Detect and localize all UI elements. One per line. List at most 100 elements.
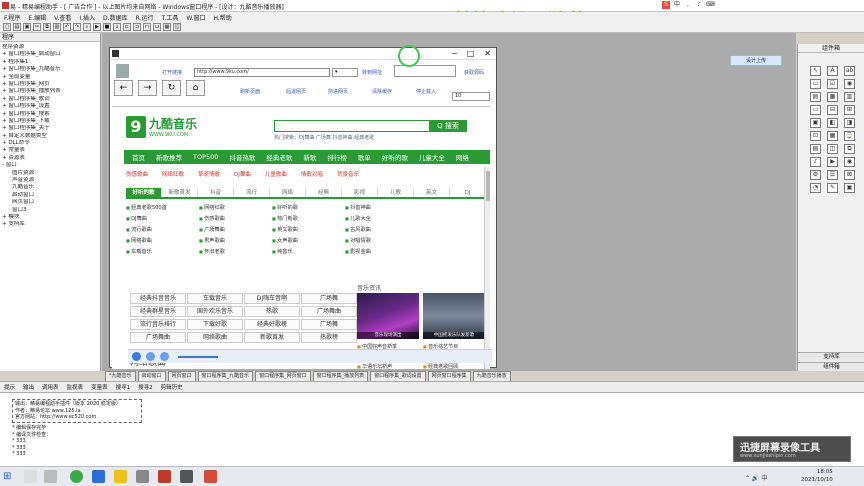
find-icon[interactable]: ⌕ [83,23,91,31]
tree-item[interactable]: + 窗口程序集_下载 [2,118,98,125]
forward-page-button[interactable]: 前进网页 [328,88,348,95]
song-item[interactable]: 男声歌曲 [199,236,272,246]
component-icon[interactable]: ◨ [844,118,855,128]
save-icon[interactable]: ▣ [23,23,31,31]
open-file-icon[interactable]: ▤ [13,23,21,31]
task-view-icon[interactable] [44,470,57,483]
file-tab[interactable]: 窗口程序集_歌词设置 [370,371,426,381]
component-icon[interactable]: ⌚ [844,131,855,141]
site-search-button[interactable]: Q 搜索 [429,120,467,132]
ide-app-icon[interactable] [204,470,217,483]
run-icon[interactable]: ▶ [93,23,101,31]
component-icon[interactable]: ☑ [827,79,838,89]
component-icon[interactable]: ▭ [810,79,821,89]
tab-item[interactable]: 网络 [270,188,306,197]
component-icon[interactable]: ⊠ [844,170,855,180]
cut-icon[interactable]: ✂ [33,23,41,31]
source-input[interactable] [394,65,456,77]
search-icon[interactable] [24,470,37,483]
nav-item[interactable]: 儿童大全 [419,152,445,162]
tree-item[interactable]: + 全局变量 [2,74,98,81]
component-icon[interactable]: ▦ [827,131,838,141]
component-icon[interactable]: ▥ [844,92,855,102]
component-icon[interactable]: ◧ [827,118,838,128]
song-item[interactable]: 热门新歌 [272,214,345,224]
component-icon[interactable]: ✎ [827,183,838,193]
tree-item[interactable]: + 模块 [2,214,98,221]
component-icon[interactable]: ▣ [844,183,855,193]
tree-item[interactable]: + 资源表 [2,155,98,162]
sub-nav-item[interactable]: 伤感歌曲 [126,170,148,178]
song-item[interactable]: 好听的歌 [272,203,345,213]
component-icon[interactable]: ◔ [810,183,821,193]
tab-item[interactable]: 英文 [414,188,450,197]
tree-item[interactable]: 程序资源 [2,44,98,51]
tree-item[interactable]: + 窗口程序集_播放列表 [2,88,98,95]
menu-run[interactable]: R.运行 [136,13,154,22]
component-icon[interactable]: ▭ [810,105,821,115]
sub-nav-item[interactable]: DJ舞曲 [234,170,251,178]
tab-item[interactable]: 影视 [342,188,378,197]
sub-nav-item[interactable]: 情歌对唱 [301,170,323,178]
sub-nav-item[interactable]: 网络红歌 [162,170,184,178]
component-icon[interactable]: ↖ [810,66,821,76]
tree-item[interactable]: 启动窗口 [2,192,98,199]
component-icon[interactable]: ⊡ [810,131,821,141]
nav-item[interactable]: 经典老歌 [266,152,292,162]
tree-item[interactable]: 图片资源 [2,170,98,177]
browser-app-icon[interactable] [70,470,83,483]
tree-item[interactable]: + 窗口程序集_歌词 [2,96,98,103]
song-item[interactable]: 车载音乐 [126,247,199,257]
stop-icon[interactable]: ■ [103,23,111,31]
layer-icon[interactable]: ◫ [173,23,181,31]
component-icon[interactable]: ▶ [827,157,838,167]
component-icon[interactable]: ▤ [810,144,821,154]
component-icon[interactable]: ▤ [810,92,821,102]
menu-insert[interactable]: I.插入 [79,13,95,22]
mic-icon[interactable]: ♪ [695,1,703,9]
category-item[interactable]: 热歌 [244,306,300,317]
tree-item[interactable]: + 支持库 [2,221,98,228]
tree-item[interactable]: + DLL命令 [2,140,98,147]
file-tab[interactable]: 窗口程序集_九酷音乐 [197,371,254,381]
file-tab[interactable]: 九酷音乐播放 [472,371,511,381]
output-tab[interactable]: 调用表 [42,383,59,391]
site-scrollbar[interactable] [484,167,490,369]
close-button[interactable]: ✕ [484,49,491,58]
tree-item[interactable]: + 窗口程序集_网页 [2,81,98,88]
forward-arrow-icon[interactable]: → [138,80,157,96]
tree-item[interactable]: + 常量表 [2,147,98,154]
category-item[interactable]: 广场舞曲 [301,306,357,317]
tab-item[interactable]: 好听的歌 [126,188,162,197]
sogou-icon[interactable]: S [662,1,670,9]
component-icon[interactable]: A [827,66,838,76]
component-icon[interactable]: ⚙ [810,170,821,180]
menu-tools[interactable]: T.工具 [161,13,178,22]
output-tab[interactable]: 监视表 [67,383,84,391]
output-tab[interactable]: 剪辑历史 [161,383,183,391]
file-tab[interactable]: 启动窗口 [137,371,166,381]
song-item[interactable]: 广场舞曲 [199,225,272,235]
menu-database[interactable]: D.数据库 [103,13,128,22]
song-item[interactable]: 网络红歌 [199,203,272,213]
new-file-icon[interactable]: ▢ [3,23,11,31]
play-icon[interactable] [132,352,141,361]
song-item[interactable]: 抖音神曲 [345,203,418,213]
clear-cache-button[interactable]: 清除缓存 [372,88,392,95]
system-tray[interactable]: ⌃ 🔊 中 [745,473,767,482]
nav-item[interactable]: 好听的歌 [382,152,408,162]
category-item[interactable]: 热歌榜 [301,332,357,343]
band-photo[interactable]: 中国摇滚乐队发新歌 [423,293,485,339]
step-icon[interactable]: ↓ [113,23,121,31]
grid-icon[interactable]: ▦ [163,23,171,31]
song-item[interactable]: 伤感歌曲 [199,214,272,224]
category-item[interactable]: 广场舞曲 [130,332,186,343]
file-tab[interactable]: *九酷音乐 [105,371,136,381]
tab-item[interactable]: 经典 [306,188,342,197]
nav-item[interactable]: 新歌推荐 [156,152,182,162]
output-tab[interactable]: 搜寻2 [138,383,153,391]
song-item[interactable]: 影视金曲 [345,247,418,257]
site-logo[interactable]: 9 九酷音乐 WWW.9KU.COM [126,115,197,138]
category-item[interactable]: 车载音乐 [187,293,243,304]
component-icon[interactable]: ☰ [827,170,838,180]
